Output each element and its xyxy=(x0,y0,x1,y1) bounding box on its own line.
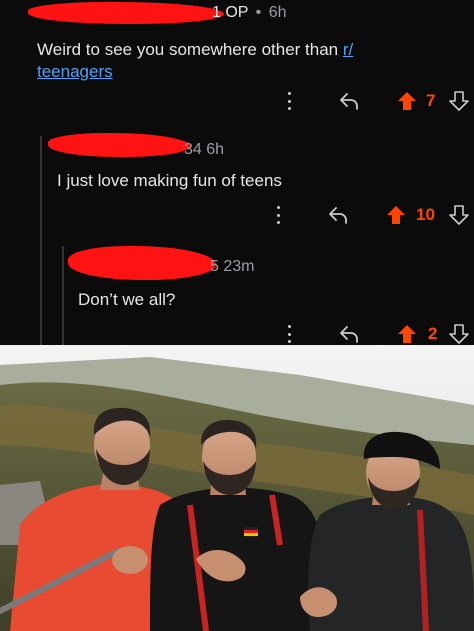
more-options-icon[interactable] xyxy=(286,322,292,346)
comment-meta: 1 OP • 6h xyxy=(212,4,286,22)
comment-age: 6h xyxy=(268,4,287,21)
upvote-icon[interactable] xyxy=(397,89,417,113)
comment-meta: 5 23m xyxy=(210,258,254,276)
downvote-icon[interactable] xyxy=(449,89,469,113)
downvote-icon[interactable] xyxy=(449,322,469,346)
comment-3: 5 23m Don’t we all? 2 xyxy=(0,236,474,345)
vote-score: 10 xyxy=(416,205,435,224)
comment-body: Don’t we all? xyxy=(78,290,176,309)
more-options-icon[interactable] xyxy=(275,203,281,227)
comment-actions: 10 xyxy=(0,203,474,227)
subreddit-link[interactable]: r/ xyxy=(343,40,353,59)
comment-body: Weird to see you somewhere other than r/… xyxy=(37,39,353,83)
selfie-photo xyxy=(0,345,474,631)
comment-age: 5 23m xyxy=(210,258,255,275)
reply-icon[interactable] xyxy=(338,322,360,346)
comment-age: 34 6h xyxy=(184,141,225,158)
photo-illustration xyxy=(0,345,474,631)
meta-separator: • xyxy=(255,4,262,21)
reply-icon[interactable] xyxy=(327,203,349,227)
subreddit-link-continued[interactable]: teenagers xyxy=(37,62,113,81)
comment-body: I just love making fun of teens xyxy=(57,171,282,190)
comment-1: 1 OP • 6h Weird to see you somewhere oth… xyxy=(0,0,474,118)
vote-score: 2 xyxy=(428,324,438,343)
upvote-icon[interactable] xyxy=(386,203,406,227)
reply-icon[interactable] xyxy=(338,89,360,113)
comment-text: Weird to see you somewhere other than xyxy=(37,40,343,59)
comment-meta: 34 6h xyxy=(184,141,224,159)
redacted-username xyxy=(28,2,224,24)
downvote-icon[interactable] xyxy=(449,203,469,227)
flag-stripe xyxy=(244,533,258,536)
more-options-icon[interactable] xyxy=(286,89,292,113)
upvote-icon[interactable] xyxy=(397,322,417,346)
comment-2: 34 6h I just love making fun of teens 10 xyxy=(0,125,474,235)
op-badge: 1 OP xyxy=(212,4,249,21)
comment-actions: 2 xyxy=(0,322,474,346)
redacted-username xyxy=(68,246,216,280)
hand-holding-stick xyxy=(112,546,148,574)
comment-actions: 7 xyxy=(0,89,474,113)
vote-score: 7 xyxy=(426,91,436,110)
flag-stripe xyxy=(244,530,258,533)
redacted-username xyxy=(48,133,190,157)
